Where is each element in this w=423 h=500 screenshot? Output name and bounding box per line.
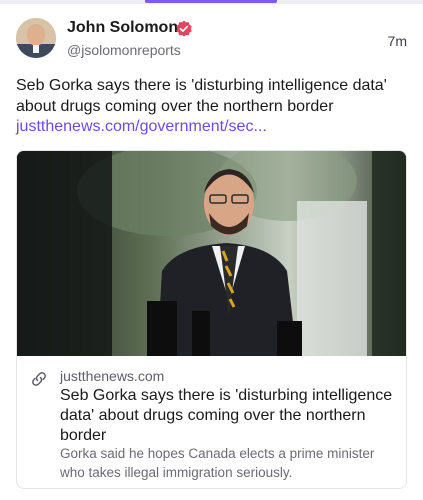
link-preview-title[interactable]: Seb Gorka says there is 'disturbing inte…	[60, 386, 395, 446]
link-preview-domain: justthenews.com	[60, 368, 165, 384]
link-preview-description: Gorka said he hopes Canada elects a prim…	[60, 446, 375, 480]
avatar[interactable]	[16, 18, 56, 58]
author-name[interactable]: John Solomon	[67, 19, 178, 37]
post-text: Seb Gorka says there is 'disturbing inte…	[16, 77, 387, 115]
link-preview-card[interactable]: justthenews.com Seb Gorka says there is …	[16, 150, 407, 489]
post-timestamp[interactable]: 7m	[388, 33, 407, 49]
post-link[interactable]: justthenews.com/government/sec...	[16, 116, 267, 137]
verified-badge-icon	[176, 20, 192, 37]
link-icon	[32, 372, 46, 386]
link-preview-image	[17, 151, 406, 356]
author-handle[interactable]: @jsolomonreports	[67, 42, 181, 58]
post: John Solomon @jsolomonreports 7m Seb Gor…	[0, 0, 423, 500]
